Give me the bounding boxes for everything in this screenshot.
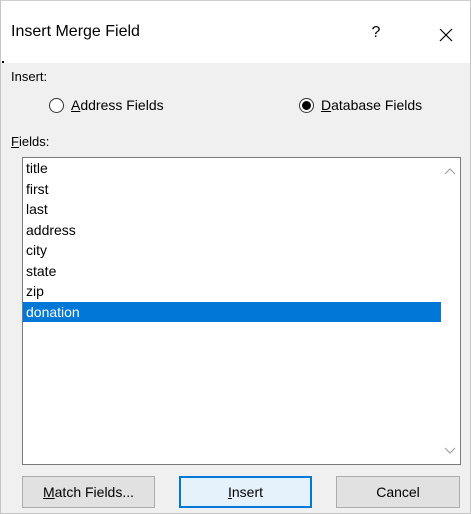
radio-circle	[49, 97, 64, 113]
chevron-up-icon	[444, 168, 456, 175]
list-item-state[interactable]: state	[23, 261, 441, 282]
scroll-up-button[interactable]	[442, 164, 458, 178]
list-item-title[interactable]: title	[23, 158, 441, 179]
address-fields-radio[interactable]: Address Fields	[49, 97, 164, 113]
insert-label: Insert:	[11, 69, 48, 84]
match-fields-button[interactable]: Match Fields...	[22, 476, 155, 508]
database-fields-label: Database Fields	[321, 97, 423, 113]
insert-button[interactable]: Insert	[179, 476, 312, 508]
list-item-first[interactable]: first	[23, 179, 441, 200]
close-icon	[439, 28, 453, 42]
scroll-down-button[interactable]	[442, 444, 458, 458]
chevron-down-icon	[444, 447, 456, 454]
close-button[interactable]	[426, 15, 466, 55]
fields-label: Fields:	[11, 134, 50, 149]
cancel-button[interactable]: Cancel	[336, 476, 460, 508]
help-button[interactable]: ?	[356, 13, 396, 53]
list-item-last[interactable]: last	[23, 199, 441, 220]
fields-list: title first last address city state zip donatio…	[23, 158, 460, 322]
fields-listbox[interactable]: title first last address city state zip donatio…	[22, 157, 461, 465]
insert-merge-field-dialog: Insert Merge Field ? Insert: Address Fie…	[0, 0, 471, 514]
list-item-address[interactable]: address	[23, 220, 441, 241]
list-item-donation[interactable]: donation	[23, 301, 441, 322]
list-item-city[interactable]: city	[23, 240, 441, 261]
radio-circle-selected	[299, 97, 314, 113]
dialog-title: Insert Merge Field	[11, 23, 140, 40]
address-fields-label: Address Fields	[71, 97, 164, 113]
mark	[2, 61, 4, 63]
title-bar: Insert Merge Field ?	[1, 1, 470, 63]
database-fields-radio[interactable]: Database Fields	[299, 97, 422, 113]
list-item-zip[interactable]: zip	[23, 281, 441, 302]
